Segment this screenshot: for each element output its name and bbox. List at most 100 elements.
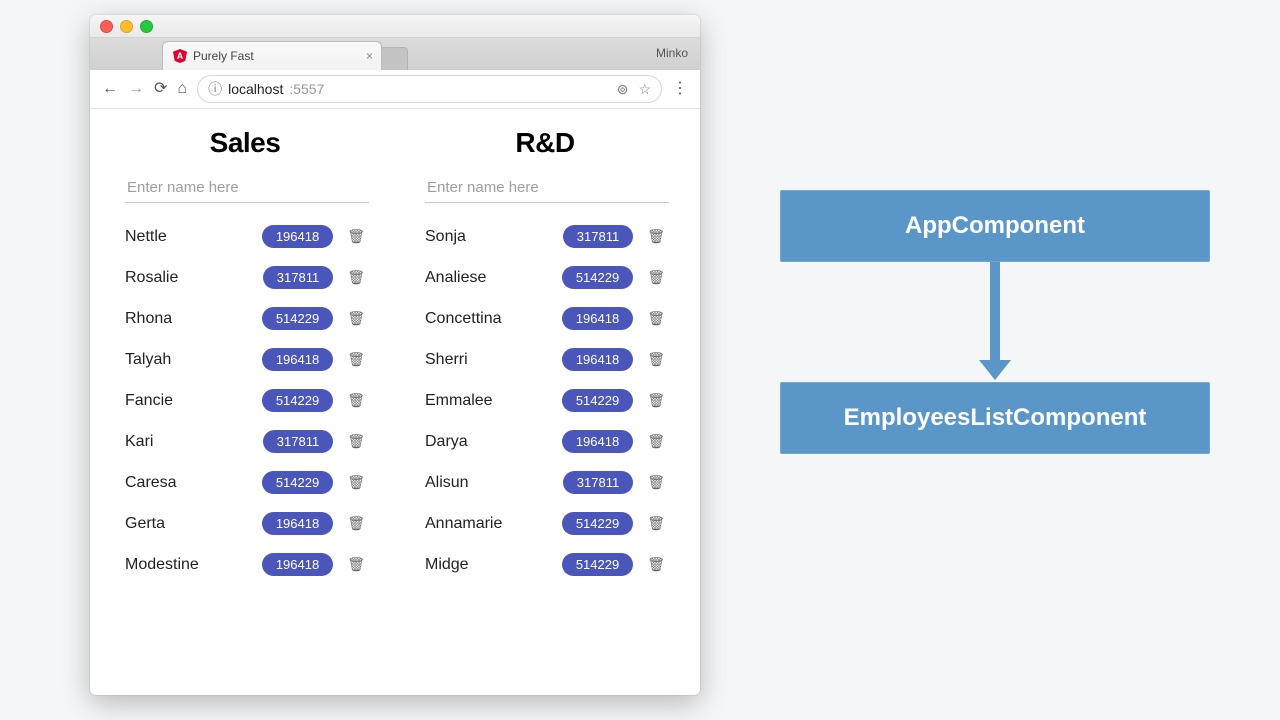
employee-name: Fancie <box>125 392 262 410</box>
window-controls <box>100 20 153 33</box>
tab-close-icon[interactable]: × <box>366 50 373 62</box>
titlebar <box>90 15 700 38</box>
trash-icon[interactable]: 🗑 <box>347 556 365 573</box>
list-item: Annamarie514229 🗑 <box>425 512 665 535</box>
url-port: :5557 <box>289 81 324 97</box>
employee-name: Concettina <box>425 310 562 328</box>
employee-name: Midge <box>425 556 562 574</box>
trash-icon[interactable]: 🗑 <box>647 269 665 286</box>
list-item: Gerta196418 🗑 <box>125 512 365 535</box>
column-title-rd: R&D <box>425 127 665 159</box>
diagram-arrow <box>780 262 1210 382</box>
employee-name: Annamarie <box>425 515 562 533</box>
employee-name: Emmalee <box>425 392 562 410</box>
sales-rows: Nettle196418🗑 Rosalie317811🗑 Rhona514229… <box>125 225 365 576</box>
minimize-window-icon[interactable] <box>120 20 133 33</box>
nav-back-icon[interactable]: ← <box>102 81 118 97</box>
rd-name-input[interactable] <box>425 173 669 203</box>
target-icon[interactable]: ⊚ <box>617 81 629 98</box>
trash-icon[interactable]: 🗑 <box>647 228 665 245</box>
employee-name: Sherri <box>425 351 562 369</box>
value-pill: 317811 <box>563 471 633 494</box>
column-title-sales: Sales <box>125 127 365 159</box>
diagram-box-employees: EmployeesListComponent <box>780 382 1210 454</box>
employee-name: Analiese <box>425 269 562 287</box>
employee-name: Talyah <box>125 351 262 369</box>
value-pill: 514229 <box>262 389 333 412</box>
list-item: Midge514229🗑 <box>425 553 665 576</box>
trash-icon[interactable]: 🗑 <box>347 515 365 532</box>
trash-icon[interactable]: 🗑 <box>347 310 365 327</box>
employee-name: Modestine <box>125 556 262 574</box>
employee-name: Kari <box>125 433 263 451</box>
value-pill: 196418 <box>262 225 333 248</box>
list-item: Darya196418🗑 <box>425 430 665 453</box>
trash-icon[interactable]: 🗑 <box>347 392 365 409</box>
value-pill: 514229 <box>562 512 633 535</box>
urlbar: ← → ⟳ ⌂ ⓘ localhost :5557 ⊚ ☆ ⋮ <box>90 70 700 109</box>
maximize-window-icon[interactable] <box>140 20 153 33</box>
browser-menu-icon[interactable]: ⋮ <box>672 81 688 97</box>
trash-icon[interactable]: 🗑 <box>647 351 665 368</box>
profile-name[interactable]: Minko <box>656 46 688 60</box>
sales-name-input[interactable] <box>125 173 369 203</box>
value-pill: 196418 <box>262 553 333 576</box>
employee-name: Rhona <box>125 310 262 328</box>
trash-icon[interactable]: 🗑 <box>647 474 665 491</box>
value-pill: 514229 <box>262 307 333 330</box>
value-pill: 514229 <box>262 471 333 494</box>
value-pill: 514229 <box>562 389 633 412</box>
browser-window: Purely Fast × Minko ← → ⟳ ⌂ ⓘ localhost:… <box>90 15 700 695</box>
list-item: Talyah196418 🗑 <box>125 348 365 371</box>
rd-rows: Sonja317811🗑 Analiese514229🗑 Concettina1… <box>425 225 665 576</box>
trash-icon[interactable]: 🗑 <box>347 433 365 450</box>
list-item: Emmalee514229 🗑 <box>425 389 665 412</box>
value-pill: 196418 <box>262 348 333 371</box>
list-item: Concettina196418 🗑 <box>425 307 665 330</box>
trash-icon[interactable]: 🗑 <box>647 515 665 532</box>
site-info-icon[interactable]: ⓘ <box>208 79 222 99</box>
list-item: Rhona514229 🗑 <box>125 307 365 330</box>
nav-forward-icon[interactable]: → <box>128 81 144 97</box>
columns: Sales Nettle196418🗑 Rosalie317811🗑 Rhona… <box>118 127 672 576</box>
omnibox[interactable]: ⓘ localhost :5557 ⊚ ☆ <box>197 75 662 103</box>
bookmark-star-icon[interactable]: ☆ <box>638 81 651 98</box>
list-item: Rosalie317811🗑 <box>125 266 365 289</box>
value-pill: 196418 <box>262 512 333 535</box>
column-sales: Sales Nettle196418🗑 Rosalie317811🗑 Rhona… <box>125 127 365 576</box>
employee-name: Gerta <box>125 515 262 533</box>
close-window-icon[interactable] <box>100 20 113 33</box>
component-diagram: AppComponent EmployeesListComponent <box>780 190 1210 454</box>
page-content: Sales Nettle196418🗑 Rosalie317811🗑 Rhona… <box>90 107 700 695</box>
employee-name: Rosalie <box>125 269 263 287</box>
angular-favicon-icon <box>173 49 187 63</box>
trash-icon[interactable]: 🗑 <box>647 310 665 327</box>
value-pill: 196418 <box>562 307 633 330</box>
tab-title: Purely Fast <box>193 49 254 63</box>
trash-icon[interactable]: 🗑 <box>347 228 365 245</box>
list-item: Analiese514229 🗑 <box>425 266 665 289</box>
nav-reload-icon[interactable]: ⟳ <box>154 81 167 97</box>
list-item: Modestine196418 🗑 <box>125 553 365 576</box>
trash-icon[interactable]: 🗑 <box>647 433 665 450</box>
employee-name: Darya <box>425 433 562 451</box>
trash-icon[interactable]: 🗑 <box>347 351 365 368</box>
list-item: Caresa514229🗑 <box>125 471 365 494</box>
trash-icon[interactable]: 🗑 <box>347 269 365 286</box>
trash-icon[interactable]: 🗑 <box>647 556 665 573</box>
diagram-box-app: AppComponent <box>780 190 1210 262</box>
trash-icon[interactable]: 🗑 <box>347 474 365 491</box>
nav-home-icon[interactable]: ⌂ <box>177 81 187 97</box>
trash-icon[interactable]: 🗑 <box>647 392 665 409</box>
arrow-down-icon <box>990 262 1000 362</box>
url-host: localhost <box>228 81 283 97</box>
list-item: Fancie514229 🗑 <box>125 389 365 412</box>
list-item: Nettle196418 🗑 <box>125 225 365 248</box>
value-pill: 317811 <box>563 225 633 248</box>
new-tab-button[interactable] <box>380 47 408 70</box>
employee-name: Nettle <box>125 228 262 246</box>
value-pill: 514229 <box>562 266 633 289</box>
employee-name: Sonja <box>425 228 563 246</box>
tabstrip: Purely Fast × Minko <box>90 38 700 70</box>
tab-purely-fast[interactable]: Purely Fast × <box>162 41 382 70</box>
